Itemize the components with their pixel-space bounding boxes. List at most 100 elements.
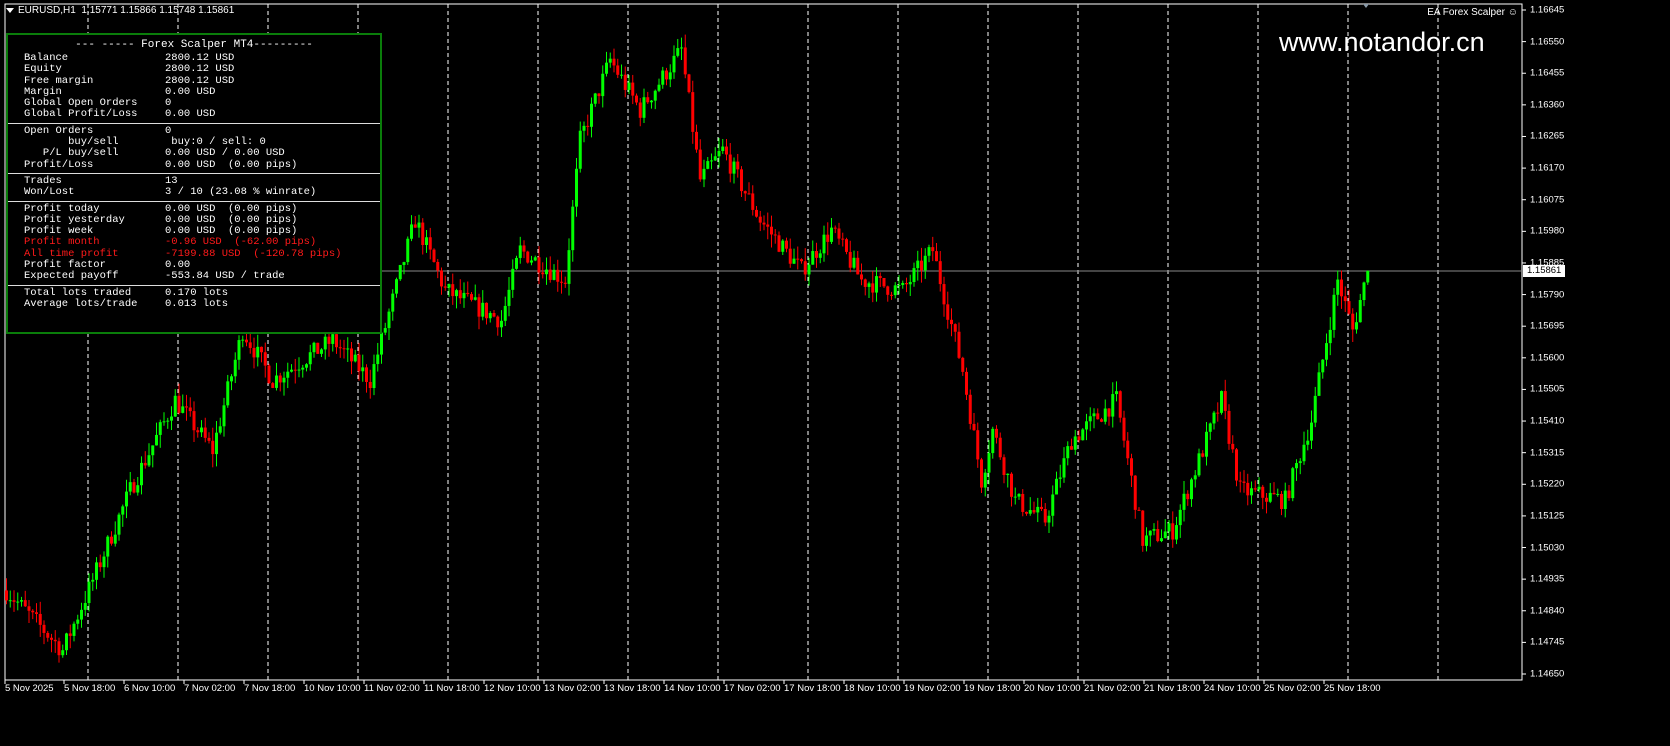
candle-body [1017, 493, 1021, 497]
panel-row: Profit/Loss 0.00 USD (0.00 pips) [8, 159, 380, 171]
candle-body [1231, 443, 1235, 450]
candle-body [526, 251, 530, 263]
candle-body [938, 261, 942, 285]
candle-body [818, 253, 822, 258]
candle-body [620, 74, 623, 76]
time-tick: 12 Nov 10:00 [484, 683, 541, 694]
candle-body [1283, 490, 1287, 510]
dropdown-triangle-icon[interactable] [6, 7, 14, 13]
candle-body [972, 423, 976, 431]
candle-body [443, 286, 447, 288]
candle-body [1242, 481, 1246, 483]
candle-body [638, 102, 642, 118]
candle-body [485, 302, 488, 319]
price-tick: 1.14745 [1530, 636, 1565, 648]
candle-body [946, 304, 950, 320]
candle-body [1306, 440, 1310, 445]
candle-body [860, 274, 863, 280]
candle-body [185, 406, 188, 408]
candle-body [545, 269, 548, 275]
candle-body [1201, 453, 1205, 457]
candle-body [668, 72, 672, 80]
time-tick: 7 Nov 18:00 [244, 683, 296, 694]
candle-body [1088, 416, 1092, 422]
candle-body [931, 247, 935, 252]
smiley-icon: ☺ [1507, 7, 1518, 18]
candle-body [365, 367, 368, 382]
price-tick: 1.16170 [1530, 162, 1565, 174]
candle-body [57, 641, 61, 656]
candle-body [1190, 479, 1193, 500]
candle-body [68, 633, 72, 636]
candle-body [406, 238, 410, 263]
candle-body [965, 371, 968, 395]
price-tick: 1.15030 [1530, 542, 1565, 554]
candle-body [271, 383, 275, 388]
candle-body [1253, 488, 1257, 490]
ohlc-values: 1.15771 1.15866 1.15748 1.15861 [81, 5, 235, 16]
candle-body [1328, 329, 1332, 344]
time-tick: 5 Nov 2025 [5, 683, 54, 694]
candle-body [1070, 446, 1073, 450]
candle-body [901, 282, 905, 286]
candle-body [1268, 492, 1272, 502]
candle-body [376, 354, 380, 365]
candle-body [140, 462, 143, 486]
candle-body [76, 619, 80, 624]
candle-body [837, 228, 841, 239]
time-tick: 11 Nov 02:00 [364, 683, 420, 694]
candle-body [785, 240, 788, 249]
candle-body [781, 240, 785, 252]
candle-body [833, 227, 837, 229]
candle-body [395, 279, 398, 294]
candle-body [822, 234, 826, 254]
candle-body [642, 97, 646, 118]
candle-body [421, 222, 425, 246]
candle-body [398, 264, 402, 280]
panel-section: Profit today 0.00 USD (0.00 pips) Profit y… [8, 202, 380, 286]
candle-body [541, 272, 545, 275]
candle-body [702, 168, 706, 180]
candle-body [428, 237, 432, 250]
candle-body [1261, 486, 1265, 498]
candle-body [792, 258, 796, 264]
candle-body [1317, 372, 1321, 396]
candle-body [695, 131, 698, 150]
candle-body [316, 342, 320, 354]
candle-body [961, 357, 965, 372]
time-tick: 21 Nov 18:00 [1144, 683, 1201, 694]
candle-body [968, 394, 972, 424]
candle-body [143, 462, 147, 466]
candle-body [1351, 313, 1355, 330]
ea-info-panel: --- ----- Forex Scalper MT4--------- Bal… [6, 33, 382, 334]
candle-body [563, 282, 567, 284]
candle-body [203, 427, 207, 438]
candle-body [1227, 410, 1231, 444]
candle-body [1100, 419, 1103, 422]
candle-body [830, 227, 833, 242]
candle-body [61, 650, 65, 656]
candle-body [1156, 529, 1160, 542]
candle-body [368, 381, 372, 389]
candle-body [807, 264, 811, 275]
candle-body [320, 349, 323, 354]
candle-body [631, 82, 635, 96]
candle-body [1223, 391, 1227, 411]
candle-body [297, 369, 301, 371]
candle-body [1298, 461, 1302, 464]
price-tick: 1.15790 [1530, 289, 1565, 301]
candle-body [863, 279, 867, 287]
candle-body [173, 395, 177, 417]
candle-body [312, 342, 316, 353]
candle-body [91, 579, 95, 582]
candle-body [560, 281, 563, 283]
candle-body [1160, 538, 1163, 542]
candle-body [23, 600, 27, 607]
candle-body [132, 482, 136, 493]
candle-body [72, 623, 76, 636]
candle-body [586, 125, 590, 127]
candle-body [110, 536, 113, 544]
candle-body [1058, 477, 1062, 479]
candle-body [511, 268, 515, 290]
candle-body [935, 251, 938, 262]
